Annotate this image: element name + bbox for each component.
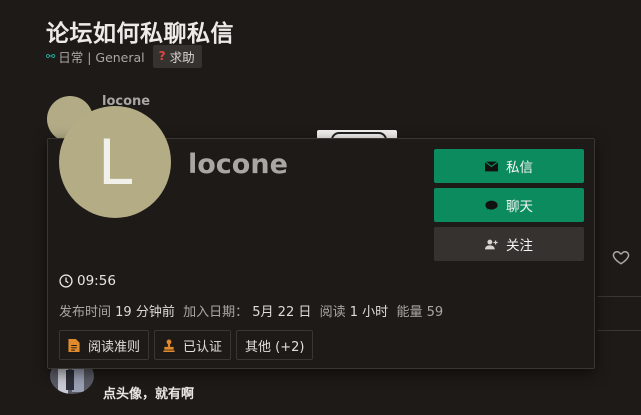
chat-button[interactable]: 聊天 (434, 188, 584, 222)
follow-button-label: 关注 (506, 238, 533, 254)
category-link[interactable]: 日常 | General (58, 47, 144, 66)
link-icon: ⚯ (46, 49, 56, 63)
user-card: L locone 私信 聊天 关注 09:56 发布时间 19 分钟前 加入日期… (47, 106, 595, 369)
envelope-icon (485, 160, 498, 171)
local-time-value: 09:56 (77, 273, 116, 289)
reply-text: 点头像，就有啊 (103, 387, 195, 402)
badge-more[interactable]: 其他 (+2) (236, 330, 314, 360)
energy-label: 能量 (396, 305, 423, 320)
divider (597, 330, 641, 331)
user-card-name[interactable]: locone (188, 149, 288, 180)
question-icon: ? (158, 49, 166, 63)
badge-read-guidelines[interactable]: 阅读准则 (59, 330, 150, 360)
message-button[interactable]: 私信 (434, 149, 584, 183)
avatar-letter: L (97, 125, 133, 199)
local-time: 09:56 (59, 273, 116, 289)
heart-icon[interactable] (612, 248, 630, 266)
chat-button-label: 聊天 (506, 199, 533, 215)
chat-bubble-icon (485, 200, 498, 210)
badge-label: 阅读准则 (88, 339, 141, 355)
badge-list: 阅读准则 已认证 其他 (+2) (59, 330, 318, 360)
stamp-icon (163, 339, 175, 352)
joined-label: 加入日期： (183, 305, 249, 320)
user-card-avatar[interactable]: L (59, 106, 171, 218)
tag-label: 求助 (169, 49, 195, 65)
posted-value[interactable]: 19 分钟前 (115, 305, 175, 320)
joined-value: 5月 22 日 (252, 305, 312, 320)
read-label: 阅读 (319, 305, 346, 320)
document-icon (68, 338, 80, 352)
category-row: ⚯ 日常 | General ? 求助 (46, 44, 202, 68)
clock-icon (59, 274, 73, 288)
divider (597, 296, 641, 297)
message-button-label: 私信 (506, 160, 533, 176)
badge-verified[interactable]: 已认证 (154, 330, 232, 360)
tag-help[interactable]: ? 求助 (152, 44, 202, 68)
topic-title[interactable]: 论坛如何私聊私信 (46, 14, 234, 48)
read-value: 1 小时 (349, 305, 389, 320)
user-meta: 发布时间 19 分钟前 加入日期： 5月 22 日 阅读 1 小时 能量 59 (59, 301, 443, 320)
energy-value: 59 (426, 305, 444, 320)
add-user-icon (485, 239, 498, 249)
follow-button[interactable]: 关注 (434, 227, 584, 261)
posted-label: 发布时间 (59, 305, 112, 320)
badge-label: 已认证 (183, 339, 223, 355)
badge-label: 其他 (+2) (245, 339, 305, 355)
